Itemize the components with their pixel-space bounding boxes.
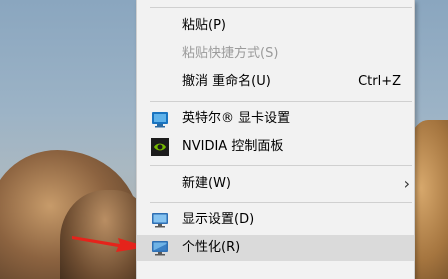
menu-item-intel-graphics[interactable]: 英特尔® 显卡设置 — [137, 106, 414, 132]
menu-item-label: 粘贴快捷方式(S) — [182, 46, 279, 61]
menu-separator — [150, 101, 412, 102]
nvidia-icon — [151, 138, 169, 156]
menu-item-personalize[interactable]: 个性化(R) — [137, 235, 414, 261]
menu-item-label: 英特尔® 显卡设置 — [182, 111, 291, 126]
menu-separator — [150, 202, 412, 203]
menu-item-nvidia-control-panel[interactable]: NVIDIA 控制面板 — [137, 134, 414, 160]
display-settings-icon — [151, 211, 169, 229]
menu-item-label: 新建(W) — [182, 176, 231, 191]
menu-separator — [150, 165, 412, 166]
menu-item-paste-shortcut: 粘贴快捷方式(S) — [137, 41, 414, 67]
intel-graphics-icon — [151, 110, 169, 128]
menu-item-label: 显示设置(D) — [182, 212, 255, 227]
menu-item-label: 个性化(R) — [182, 240, 241, 255]
menu-item-undo-rename[interactable]: 撤消 重命名(U) Ctrl+Z — [137, 69, 414, 95]
menu-separator — [150, 7, 412, 8]
menu-item-display-settings[interactable]: 显示设置(D) — [137, 207, 414, 233]
menu-item-label: 撤消 重命名(U) — [182, 74, 271, 89]
menu-item-new[interactable]: 新建(W) › — [137, 171, 414, 197]
menu-item-label: NVIDIA 控制面板 — [182, 139, 284, 154]
context-menu: 粘贴(P) 粘贴快捷方式(S) 撤消 重命名(U) Ctrl+Z 英特尔® 显卡… — [136, 0, 415, 279]
chevron-right-icon: › — [403, 174, 410, 193]
menu-item-label: 粘贴(P) — [182, 18, 226, 33]
personalize-icon — [151, 239, 169, 257]
menu-item-paste[interactable]: 粘贴(P) — [137, 13, 414, 39]
menu-item-shortcut: Ctrl+Z — [358, 74, 401, 89]
